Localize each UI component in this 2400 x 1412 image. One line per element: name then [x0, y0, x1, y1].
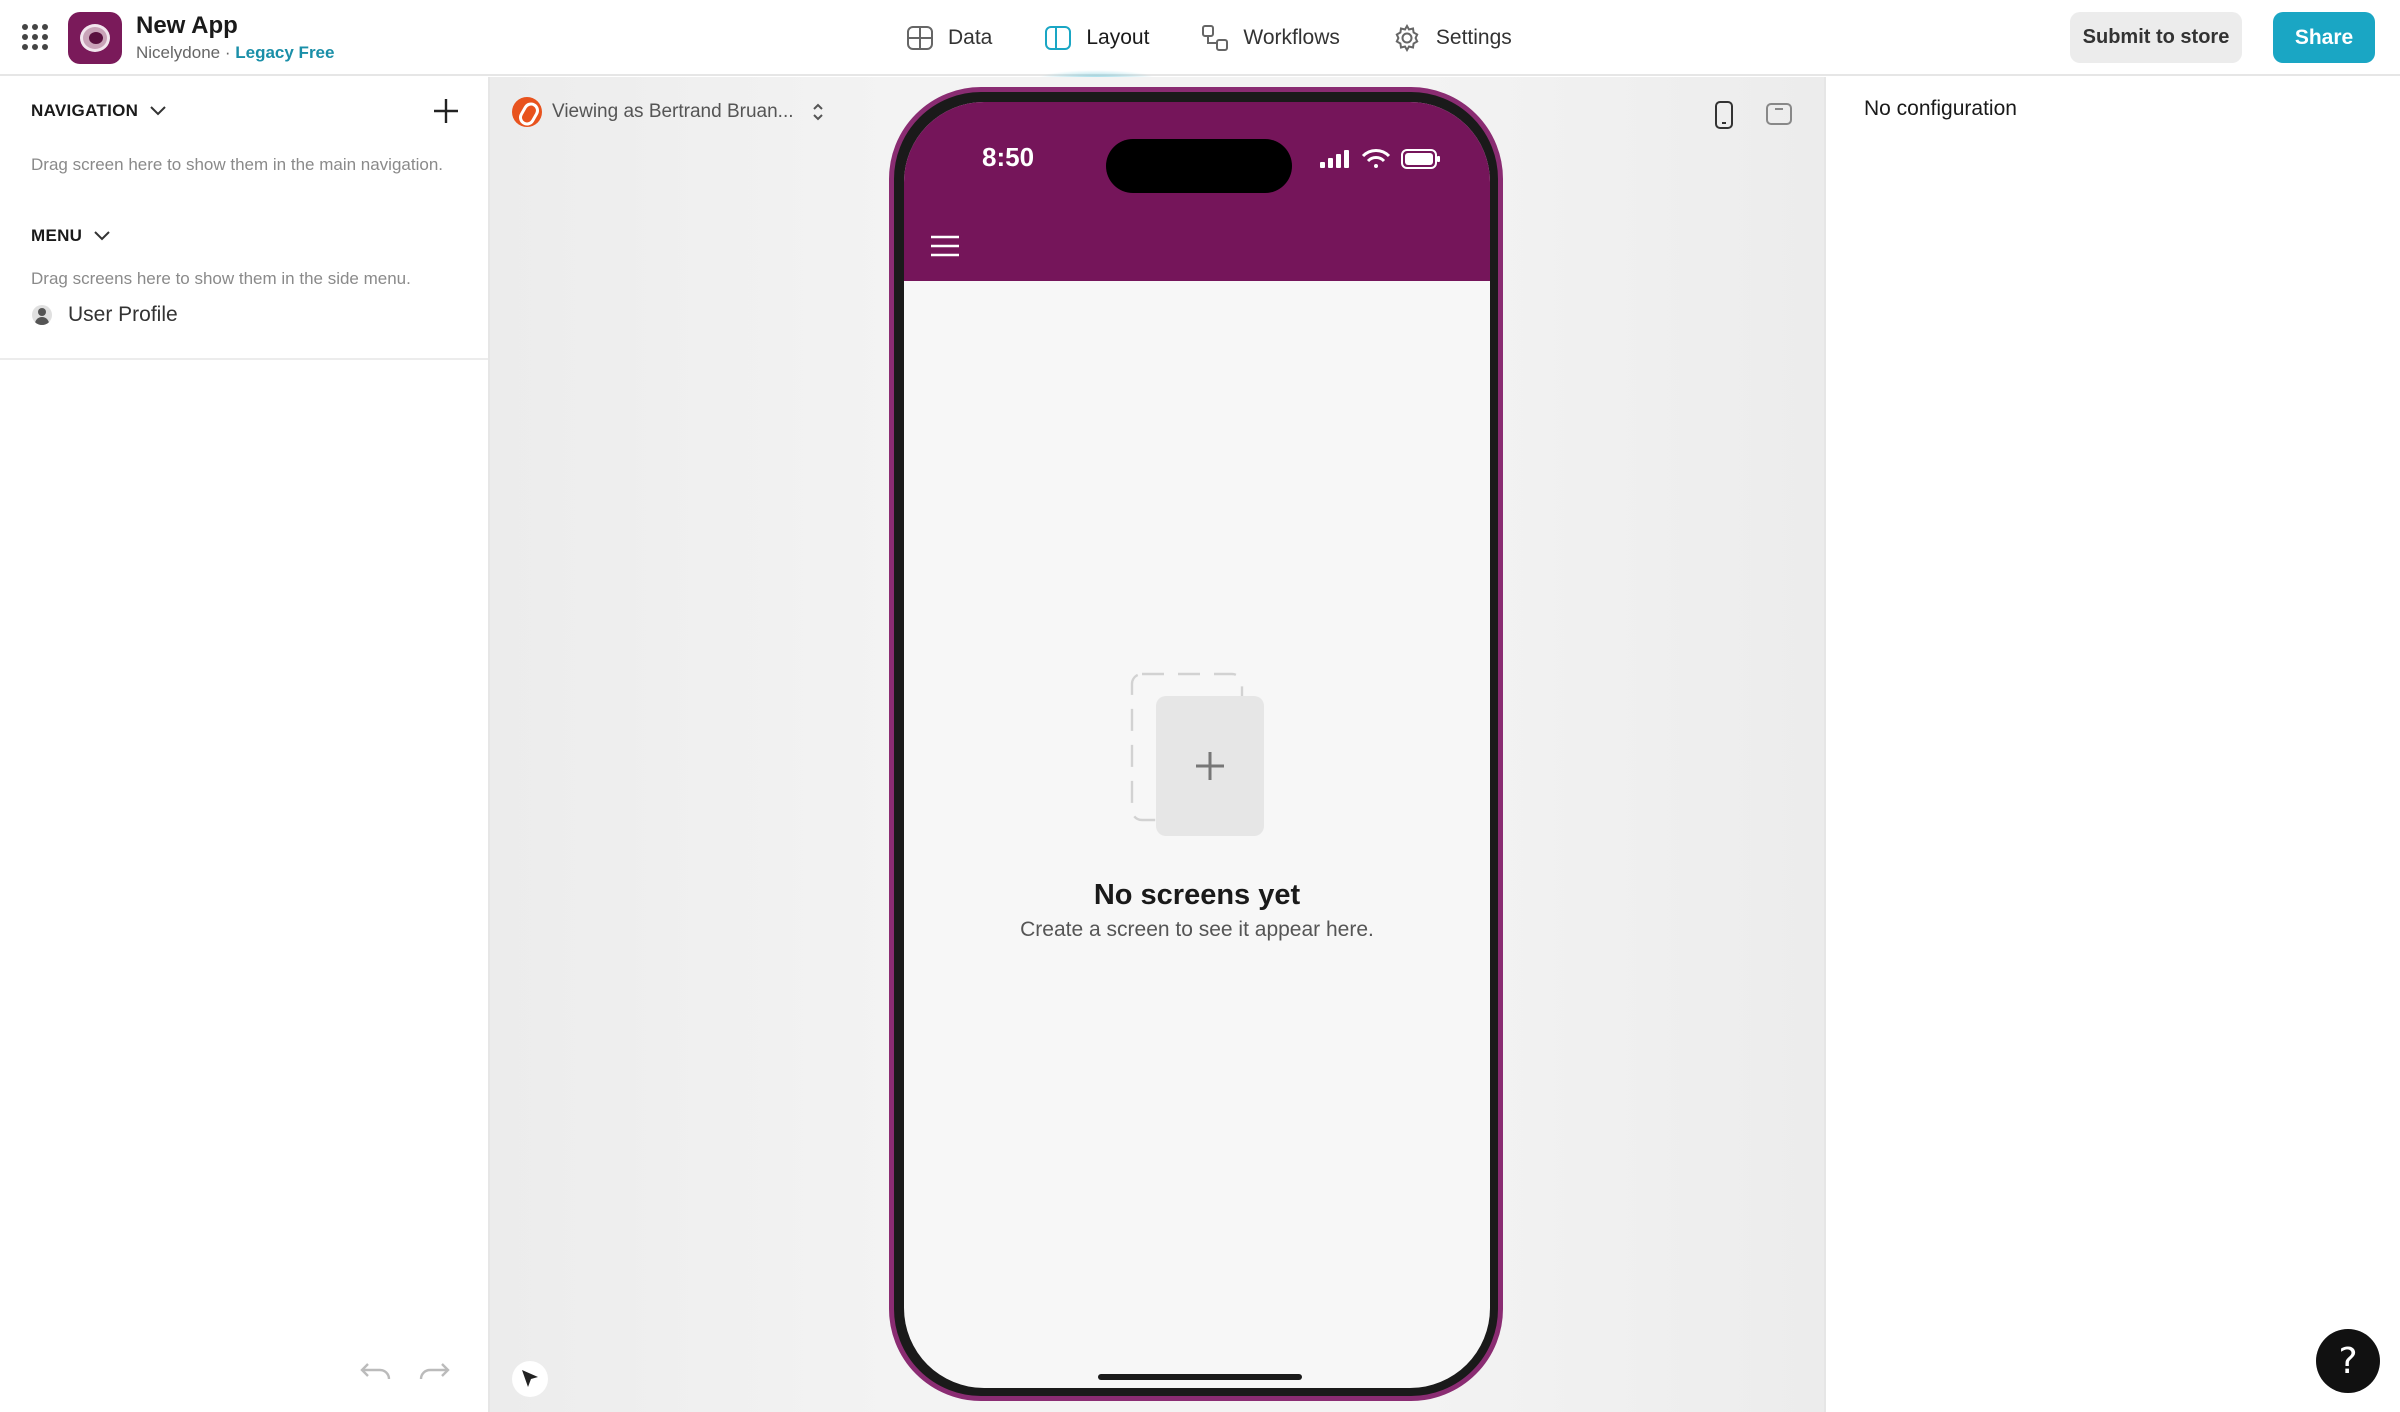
main-tabs: Data Layout Workflows Settings	[880, 0, 1538, 78]
chevron-down-icon	[94, 231, 110, 241]
tab-layout[interactable]: Layout	[1018, 0, 1175, 78]
add-navigation-icon[interactable]	[432, 97, 460, 125]
viewing-as-label: Viewing as Bertrand Bruan...	[552, 101, 794, 122]
app-title: New App	[136, 12, 238, 39]
battery-icon	[1401, 149, 1440, 169]
tab-workflows-label: Workflows	[1243, 26, 1340, 49]
phone-screen: 8:50 No screens yet Create a screen to s…	[904, 102, 1490, 1388]
workflow-icon	[1202, 25, 1229, 51]
hamburger-menu-icon[interactable]	[930, 235, 960, 257]
dynamic-island	[1106, 139, 1292, 193]
menu-item-user-profile[interactable]: User Profile	[32, 303, 178, 327]
plan-badge[interactable]: Legacy Free	[235, 43, 334, 62]
tab-layout-label: Layout	[1086, 26, 1150, 49]
canvas: Viewing as Bertrand Bruan... 8:50 No scr…	[490, 77, 1826, 1412]
tab-data[interactable]: Data	[880, 0, 1018, 76]
tab-settings-label: Settings	[1435, 26, 1512, 49]
gear-icon	[1395, 23, 1419, 53]
separator: ·	[224, 43, 231, 62]
navigation-heading: NAVIGATION	[31, 101, 139, 120]
right-panel: No configuration	[1828, 77, 2400, 1412]
tab-workflows[interactable]: Workflows	[1175, 0, 1365, 76]
empty-state-subtitle: Create a screen to see it appear here.	[1020, 918, 1374, 941]
divider	[0, 358, 488, 360]
table-icon	[907, 26, 933, 50]
left-panel: NAVIGATION Drag screen here to show them…	[0, 77, 490, 1412]
menu-section-toggle[interactable]: MENU	[31, 226, 110, 246]
share-button[interactable]: Share	[2273, 12, 2375, 63]
phone-preview-icon[interactable]	[1714, 100, 1734, 130]
signal-icon	[1320, 150, 1349, 168]
undo-icon[interactable]	[360, 1360, 392, 1382]
home-indicator	[1098, 1374, 1302, 1380]
add-screen-illustration-icon[interactable]	[1130, 672, 1266, 838]
empty-state-title: No screens yet	[1093, 879, 1301, 911]
cursor-arrow-icon	[522, 1370, 538, 1387]
tab-data-label: Data	[948, 26, 993, 49]
app-logo[interactable]	[68, 12, 122, 64]
menu-hint: Drag screens here to show them in the si…	[31, 269, 411, 288]
up-down-chevron-icon	[812, 103, 823, 121]
tablet-preview-icon[interactable]	[1765, 102, 1793, 126]
navigation-section-toggle[interactable]: NAVIGATION	[31, 101, 166, 121]
redo-icon[interactable]	[418, 1360, 450, 1382]
user-brand-icon	[512, 97, 542, 127]
status-time: 8:50	[982, 142, 1035, 172]
app-subtitle: Nicelydone · Legacy Free	[136, 43, 334, 63]
menu-heading: MENU	[31, 226, 83, 245]
phone-preview: 8:50 No screens yet Create a screen to s…	[889, 87, 1503, 1401]
navigation-hint: Drag screen here to show them in the mai…	[31, 155, 444, 174]
wifi-icon	[1361, 149, 1391, 168]
user-icon	[32, 305, 52, 325]
status-icons	[1319, 148, 1441, 170]
help-button[interactable]: ?	[2316, 1329, 2380, 1393]
submit-to-store-button[interactable]: Submit to store	[2070, 12, 2242, 63]
org-name: Nicelydone	[136, 43, 221, 62]
chevron-down-icon	[150, 106, 166, 116]
layout-icon	[1045, 26, 1072, 50]
app-header: 8:50	[904, 102, 1490, 281]
select-tool-button[interactable]	[512, 1361, 548, 1397]
apps-grid-icon[interactable]	[22, 24, 48, 50]
menu-item-label: User Profile	[68, 303, 178, 326]
top-bar: New App Nicelydone · Legacy Free Data La…	[0, 0, 2400, 78]
viewing-as-selector[interactable]: Viewing as Bertrand Bruan...	[512, 97, 824, 127]
no-configuration-label: No configuration	[1864, 97, 2017, 120]
tab-settings[interactable]: Settings	[1366, 0, 1538, 76]
